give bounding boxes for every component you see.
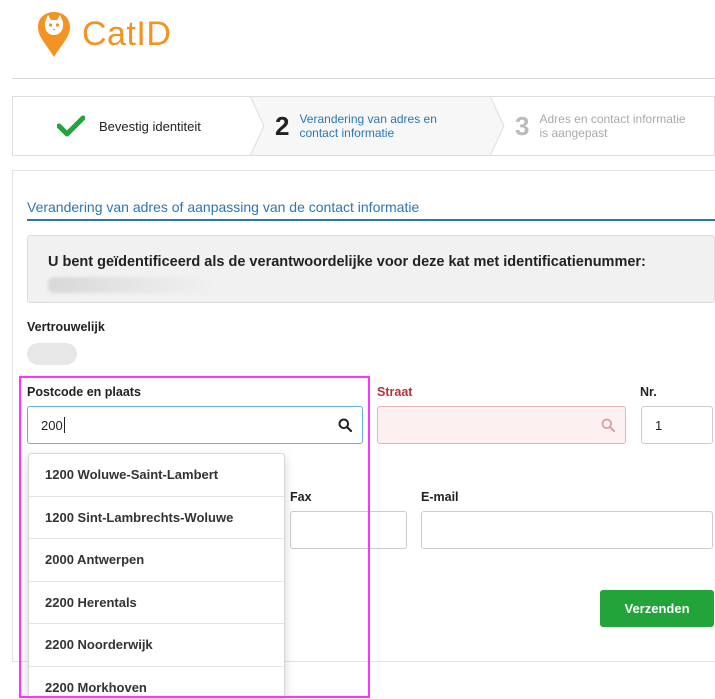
postcode-value: 200 — [41, 418, 63, 433]
text-caret — [64, 417, 65, 433]
step-2-number: 2 — [275, 111, 289, 142]
suggestion-item[interactable]: 2200 Morkhoven — [29, 667, 284, 699]
step-confirm-identity: Bevestig identiteit — [13, 97, 251, 155]
progress-stepper: Bevestig identiteit 2 Verandering van ad… — [12, 96, 715, 156]
confidential-toggle[interactable] — [27, 343, 77, 365]
identification-info-box: U bent geïdentificeerd als de verantwoor… — [27, 235, 715, 303]
postcode-suggestions-dropdown: 1200 Woluwe-Saint-Lambert 1200 Sint-Lamb… — [28, 453, 285, 699]
step-3-number: 3 — [515, 111, 529, 142]
email-label: E-mail — [421, 490, 459, 504]
street-input[interactable] — [377, 406, 626, 444]
postcode-input[interactable]: 200 — [27, 406, 363, 444]
suggestion-item[interactable]: 2000 Antwerpen — [29, 539, 284, 582]
postcode-label: Postcode en plaats — [27, 385, 141, 399]
suggestion-item[interactable]: 1200 Sint-Lambrechts-Woluwe — [29, 497, 284, 540]
suggestion-item[interactable]: 1200 Woluwe-Saint-Lambert — [29, 454, 284, 497]
fax-input[interactable] — [290, 511, 407, 549]
step-3-label: Adres en contact informatie is aangepast — [539, 112, 685, 140]
suggestion-item[interactable]: 2200 Herentals — [29, 582, 284, 625]
redacted-identification-number — [48, 277, 216, 293]
header-divider — [12, 78, 715, 79]
step-address-updated: 3 Adres en contact informatie is aangepa… — [491, 97, 715, 155]
check-icon — [57, 115, 85, 137]
step-2-label: Verandering van adres en contact informa… — [299, 112, 436, 140]
step-separator-icon — [490, 96, 508, 156]
confidential-label: Vertrouwelijk — [27, 320, 105, 334]
cat-pin-icon — [36, 10, 72, 58]
step-change-address: 2 Verandering van adres en contact infor… — [251, 97, 491, 155]
section-underline — [27, 219, 715, 221]
fax-label: Fax — [290, 490, 312, 504]
section-title: Verandering van adres of aanpassing van … — [27, 199, 419, 215]
search-icon[interactable] — [338, 418, 352, 432]
submit-button[interactable]: Verzenden — [600, 590, 714, 627]
brand-name: CatID — [82, 15, 171, 54]
email-input[interactable] — [421, 511, 713, 549]
suggestion-item[interactable]: 2200 Noorderwijk — [29, 624, 284, 667]
search-icon[interactable] — [601, 418, 615, 432]
identification-text: U bent geïdentificeerd als de verantwoor… — [48, 254, 646, 270]
street-label: Straat — [377, 385, 412, 399]
house-number-input[interactable]: 1 — [641, 406, 713, 444]
step-separator-icon — [250, 96, 268, 156]
step-1-label: Bevestig identiteit — [99, 119, 201, 134]
nr-value: 1 — [655, 418, 662, 433]
catid-logo[interactable]: CatID — [36, 10, 171, 58]
nr-label: Nr. — [640, 385, 657, 399]
